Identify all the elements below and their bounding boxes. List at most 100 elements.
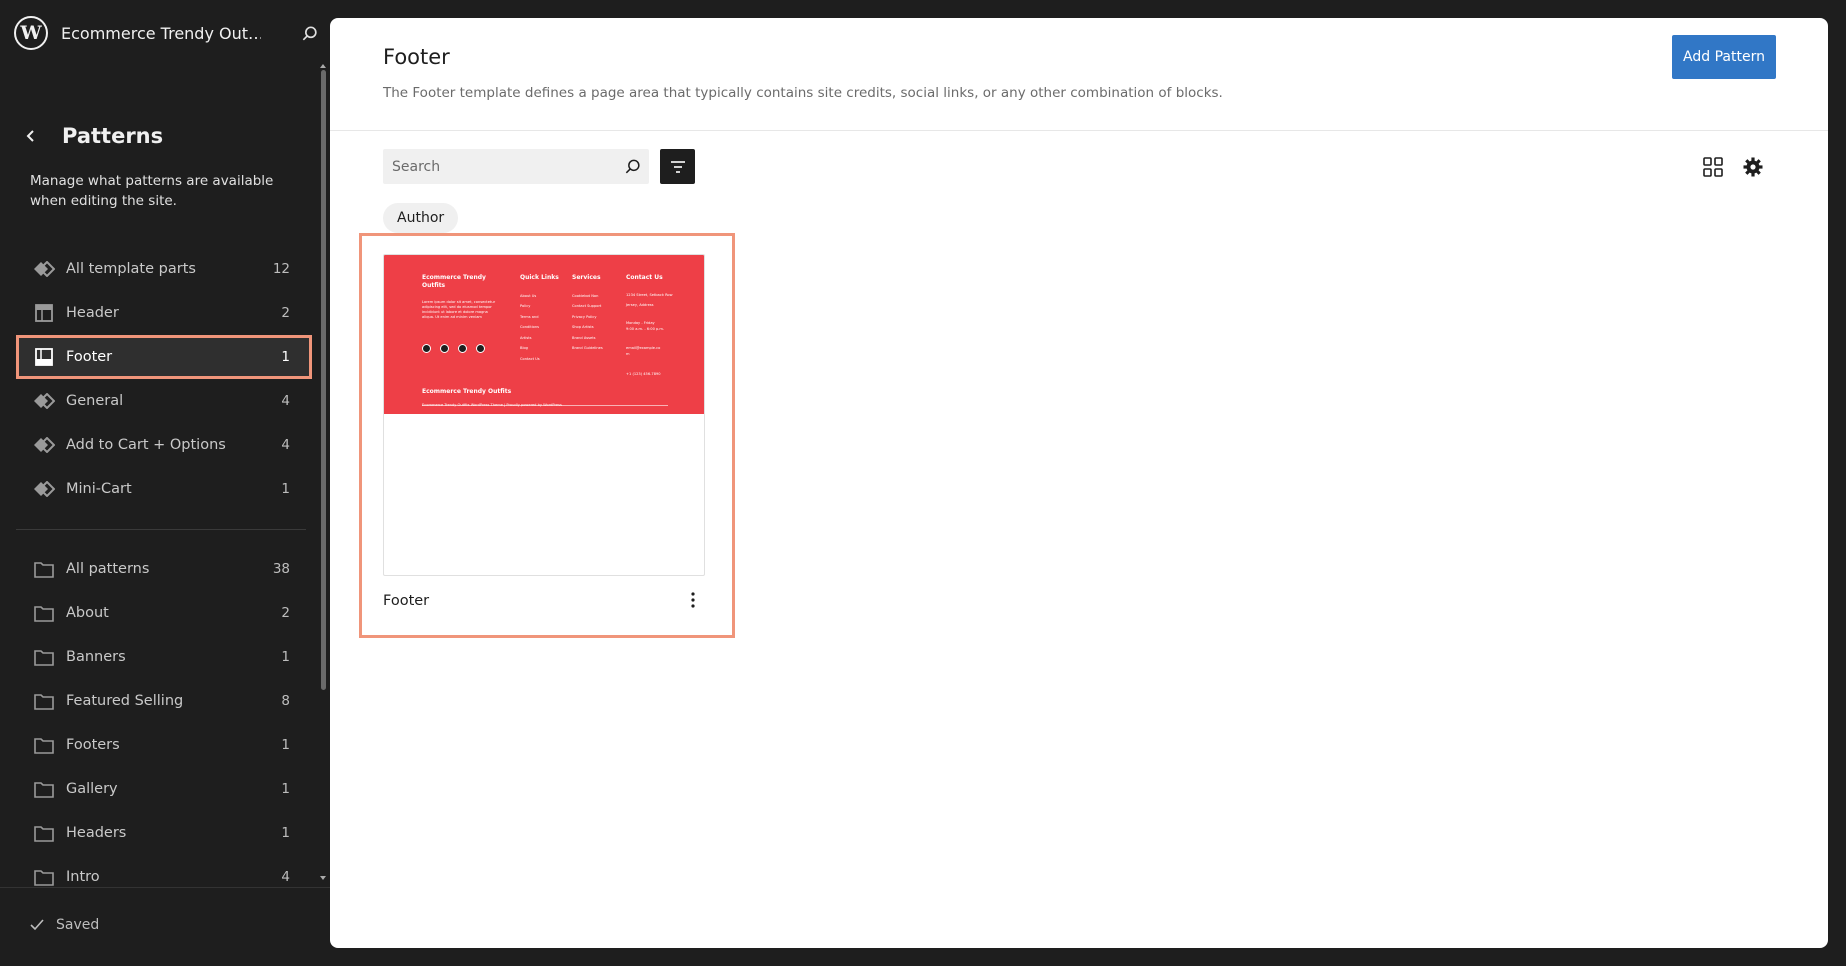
- search-icon: [625, 159, 640, 174]
- preview-quick-link: Contact Us: [520, 357, 540, 361]
- x-icon: [476, 344, 485, 353]
- nav-divider: [16, 529, 306, 530]
- sidebar-item-count: 4: [281, 437, 290, 453]
- sidebar-item-count: 1: [281, 825, 290, 841]
- sidebar-item-general[interactable]: General 4: [16, 379, 312, 423]
- preview-copyright: Ecommerce Trendy Outfits WordPress Theme…: [422, 403, 562, 407]
- preview-site-name: Ecommerce Trendy Outfits: [422, 274, 486, 289]
- scrollbar-down-arrow[interactable]: [320, 876, 326, 880]
- sidebar-item-label: Banners: [66, 649, 126, 665]
- template-parts-list: All template parts 12 Header 2 Footer 1: [16, 247, 312, 511]
- check-icon: [30, 919, 44, 931]
- symbol-icon: [32, 257, 56, 281]
- sidebar-item-label: Footer: [66, 349, 113, 365]
- save-status-label: Saved: [56, 917, 100, 933]
- wordpress-logo-icon[interactable]: W: [14, 16, 48, 50]
- sidebar-item-label: All template parts: [66, 261, 196, 277]
- sidebar-item-banners[interactable]: Banners 1: [16, 635, 312, 679]
- save-status: Saved: [30, 917, 99, 933]
- sidebar-item-count: 2: [281, 605, 290, 621]
- sidebar-item-all-patterns[interactable]: All patterns 38: [16, 547, 312, 591]
- sidebar-item-label: Mini-Cart: [66, 481, 132, 497]
- preview-service: Cookiebot Non: [572, 294, 599, 298]
- sidebar-scrollbar[interactable]: [321, 70, 326, 690]
- scrollbar-up-arrow[interactable]: [320, 64, 326, 68]
- preview-contact-line: 1234 Street, Setback Row: [626, 293, 673, 297]
- footer-icon: [32, 345, 56, 369]
- preview-contact-line: +1 (123) 456-7890: [626, 372, 661, 376]
- page-title: Footer: [383, 45, 450, 69]
- preview-contact-line: Jersey, Address: [626, 303, 654, 307]
- sidebar-item-count: 8: [281, 693, 290, 709]
- linkedin-icon: [458, 344, 467, 353]
- page-description: The Footer template defines a page area …: [383, 85, 1223, 101]
- sidebar-item-footer[interactable]: Footer 1: [16, 335, 312, 379]
- sidebar-item-mini-cart[interactable]: Mini-Cart 1: [16, 467, 312, 511]
- sidebar-item-count: 1: [281, 649, 290, 665]
- preview-about-text: Lorem ipsum dolor sit amet, consectetur …: [422, 300, 496, 319]
- preview-quick-links-heading: Quick Links: [520, 274, 559, 281]
- preview-contact-heading: Contact Us: [626, 274, 663, 281]
- grid-view-icon[interactable]: [1701, 155, 1725, 179]
- more-options-button[interactable]: [681, 588, 705, 612]
- sidebar-item-label: Header: [66, 305, 119, 321]
- more-vertical-icon: [691, 592, 695, 608]
- search-input[interactable]: [383, 149, 615, 184]
- sidebar-item-label: Headers: [66, 825, 127, 841]
- page-header: Footer The Footer template defines a pag…: [330, 18, 1828, 131]
- sidebar-item-count: 38: [272, 561, 290, 577]
- sidebar-item-featured-selling[interactable]: Featured Selling 8: [16, 679, 312, 723]
- back-button[interactable]: [20, 124, 42, 148]
- preview-contact-line: email@example.co: [626, 346, 661, 350]
- header-icon: [32, 301, 56, 325]
- folder-icon: [32, 733, 56, 757]
- gear-icon[interactable]: [1741, 155, 1765, 179]
- preview-contact-line: 9:00 a.m. - 6:00 p.m.: [626, 327, 665, 331]
- sidebar-item-count: 4: [281, 393, 290, 409]
- pattern-title[interactable]: Footer: [383, 593, 429, 609]
- sidebar-item-intro[interactable]: Intro 4: [16, 855, 312, 899]
- folder-icon: [32, 865, 56, 889]
- sidebar-item-count: 1: [281, 481, 290, 497]
- folder-icon: [32, 557, 56, 581]
- sidebar: W Ecommerce Trendy Out… Patterns Manage …: [0, 0, 330, 966]
- preview-quick-link: Artists: [520, 336, 532, 340]
- sidebar-item-add-to-cart-options[interactable]: Add to Cart + Options 4: [16, 423, 312, 467]
- sidebar-item-gallery[interactable]: Gallery 1: [16, 767, 312, 811]
- navigator-description: Manage what patterns are available when …: [30, 173, 274, 209]
- preview-service: Shop Artists: [572, 325, 594, 329]
- preview-quick-link: Conditions: [520, 325, 540, 329]
- sidebar-item-count: 1: [281, 349, 290, 365]
- sidebar-item-label: Gallery: [66, 781, 118, 797]
- symbol-icon: [32, 433, 56, 457]
- site-hub: W Ecommerce Trendy Out…: [14, 14, 317, 52]
- pattern-preview[interactable]: Ecommerce Trendy Outfits Lorem ipsum dol…: [383, 254, 705, 576]
- navigator-title: Patterns: [62, 124, 164, 148]
- sidebar-item-count: 1: [281, 781, 290, 797]
- preview-bottom-title: Ecommerce Trendy Outfits: [422, 388, 512, 395]
- sidebar-item-label: All patterns: [66, 561, 150, 577]
- add-pattern-button[interactable]: Add Pattern: [1672, 35, 1776, 79]
- preview-service: Contact Support: [572, 304, 602, 308]
- filter-button[interactable]: [660, 149, 695, 184]
- sidebar-item-label: Add to Cart + Options: [66, 437, 226, 453]
- preview-service: Brand Guidelines: [572, 346, 603, 350]
- sidebar-item-label: Footers: [66, 737, 120, 753]
- preview-services-heading: Services: [572, 274, 601, 281]
- author-filter-chip[interactable]: Author: [383, 203, 459, 233]
- sidebar-item-about[interactable]: About 2: [16, 591, 312, 635]
- sidebar-item-header[interactable]: Header 2: [16, 291, 312, 335]
- sidebar-item-headers[interactable]: Headers 1: [16, 811, 312, 855]
- site-title[interactable]: Ecommerce Trendy Out…: [61, 24, 261, 43]
- sidebar-item-footers[interactable]: Footers 1: [16, 723, 312, 767]
- sidebar-item-all-template-parts[interactable]: All template parts 12: [16, 247, 312, 291]
- folder-icon: [32, 777, 56, 801]
- search-field: [383, 149, 649, 184]
- folder-icon: [32, 601, 56, 625]
- footer-preview: Ecommerce Trendy Outfits Lorem ipsum dol…: [384, 255, 704, 414]
- pattern-categories-list: All patterns 38 About 2 Banners 1 Featur…: [16, 547, 312, 899]
- search-icon[interactable]: [300, 24, 320, 44]
- main-content: Footer The Footer template defines a pag…: [330, 18, 1828, 948]
- folder-icon: [32, 689, 56, 713]
- sidebar-item-label: Intro: [66, 869, 100, 885]
